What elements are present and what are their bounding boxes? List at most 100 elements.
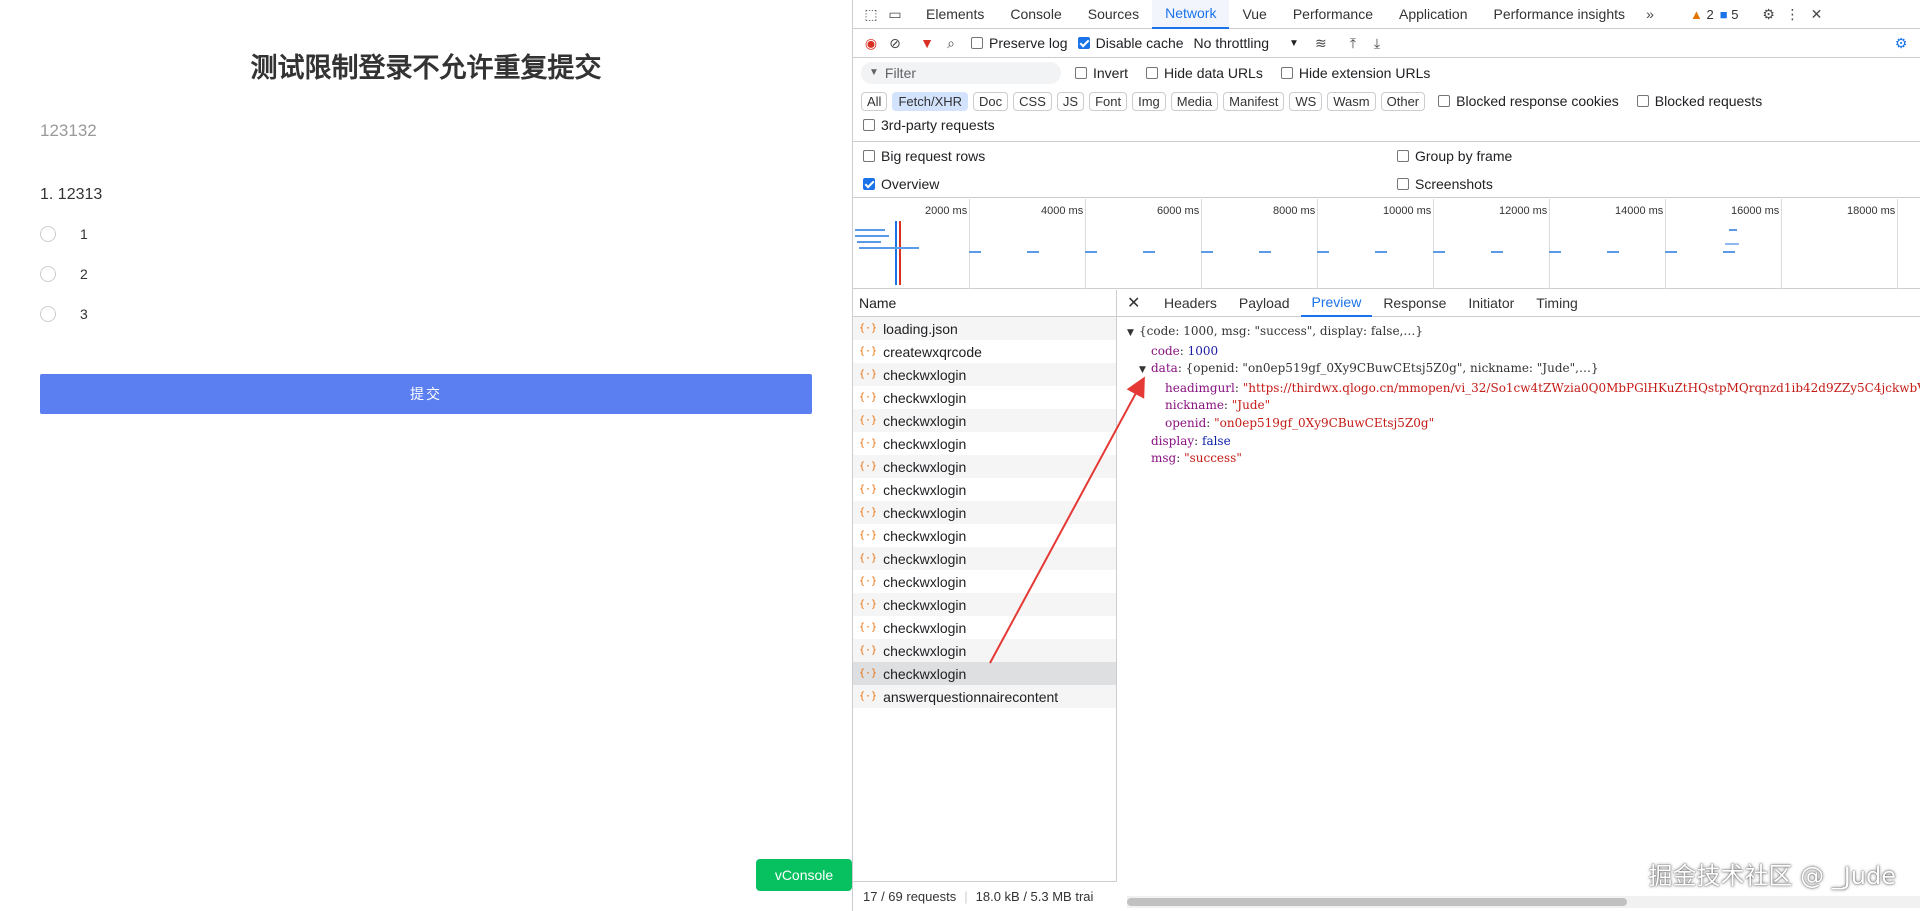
tab-application[interactable]: Application [1386,0,1481,29]
checkbox[interactable] [1397,150,1409,162]
blocked-response-cookies-checkbox[interactable]: Blocked response cookies [1438,93,1619,109]
checkbox[interactable] [863,119,875,131]
request-row[interactable]: {·} loading.json [853,317,1116,340]
close-devtools-icon[interactable]: ✕ [1804,2,1828,26]
radio-button[interactable] [40,306,56,322]
checkbox[interactable] [1438,95,1451,107]
group-by-frame-checkbox[interactable]: Group by frame [1397,148,1512,164]
submit-button[interactable]: 提交 [40,374,812,414]
import-har-icon[interactable]: ⤒ [1341,31,1365,55]
checkbox[interactable] [1075,66,1087,79]
checkbox[interactable] [1280,66,1293,79]
hide-data-urls-checkbox[interactable]: Hide data URLs [1146,65,1263,81]
inspect-element-icon[interactable]: ⬚ [859,2,883,26]
type-all[interactable]: All [861,91,888,111]
blocked-requests-checkbox[interactable]: Blocked requests [1636,93,1762,109]
network-overview-timeline[interactable]: 2000 ms 4000 ms 6000 ms 8000 ms 10000 ms… [853,199,1920,289]
invert-checkbox[interactable]: Invert [1075,65,1128,81]
option-3[interactable]: 3 [40,304,88,324]
type-js[interactable]: JS [1056,91,1085,111]
request-row[interactable]: {·} checkwxlogin [853,616,1116,639]
record-stop-icon[interactable]: ◉ [859,31,883,55]
filter-input[interactable]: ▼ Filter [861,61,1061,84]
json-root[interactable]: ▼ {code: 1000, msg: "success", display: f… [1127,323,1920,343]
clear-icon[interactable]: ⊘ [883,31,907,55]
request-row[interactable]: {·} createwxqrcode [853,340,1116,363]
tab-performance[interactable]: Performance [1280,0,1386,29]
warnings-badge[interactable]: ▲ 2 [1690,7,1714,22]
scrollbar-thumb[interactable] [1127,898,1627,906]
type-other[interactable]: Other [1380,91,1426,111]
name-column-header[interactable]: Name [853,290,1116,317]
tab-performance-insights[interactable]: Performance insights [1481,0,1639,29]
expand-triangle-icon[interactable]: ▼ [1127,325,1139,343]
tab-response[interactable]: Response [1372,290,1457,317]
option-1[interactable]: 1 [40,224,88,244]
checkbox[interactable] [971,37,983,49]
tab-preview[interactable]: Preview [1300,290,1373,317]
vconsole-button[interactable]: vConsole [756,859,852,891]
tab-vue[interactable]: Vue [1229,0,1279,29]
checkbox[interactable] [1636,95,1649,107]
tab-elements[interactable]: Elements [913,0,997,29]
request-row[interactable]: {·} checkwxlogin [853,432,1116,455]
radio-button[interactable] [40,266,56,282]
type-fetch-xhr[interactable]: Fetch/XHR [892,91,969,111]
tab-console[interactable]: Console [997,0,1074,29]
device-toolbar-icon[interactable]: ▭ [883,2,907,26]
type-font[interactable]: Font [1089,91,1128,111]
search-icon[interactable]: ⌕ [939,31,963,55]
filter-funnel-icon[interactable]: ▼ [915,31,939,55]
request-row[interactable]: {·} checkwxlogin [853,570,1116,593]
expand-triangle-icon[interactable]: ▼ [1139,362,1151,380]
json-data-row[interactable]: ▼ data: {openid: "on0ep519gf_0Xy9CBuwCEts… [1127,360,1920,380]
network-conditions-icon[interactable]: ≋ [1309,31,1333,55]
tab-network[interactable]: Network [1152,0,1230,29]
messages-badge[interactable]: ■ 5 [1720,7,1739,22]
type-media[interactable]: Media [1170,91,1219,111]
request-row[interactable]: {·} checkwxlogin [853,386,1116,409]
request-row[interactable]: {·} checkwxlogin [853,501,1116,524]
settings-gear-icon[interactable]: ⚙ [1756,2,1780,26]
export-har-icon[interactable]: ⤓ [1365,31,1389,55]
overview-checkbox[interactable]: Overview [863,176,939,192]
request-row[interactable]: {·} checkwxlogin [853,547,1116,570]
tab-payload[interactable]: Payload [1228,290,1301,317]
type-ws[interactable]: WS [1289,91,1323,111]
horizontal-scrollbar[interactable] [1127,896,1920,908]
checkbox[interactable] [1397,178,1409,190]
close-icon[interactable]: ✕ [1127,293,1147,313]
request-row[interactable]: {·} checkwxlogin [853,524,1116,547]
hide-extension-urls-checkbox[interactable]: Hide extension URLs [1280,65,1430,81]
checkbox[interactable] [1146,66,1159,79]
tab-initiator[interactable]: Initiator [1457,290,1525,317]
request-row[interactable]: {·} checkwxlogin [853,363,1116,386]
screenshots-checkbox[interactable]: Screenshots [1397,176,1493,192]
type-img[interactable]: Img [1132,91,1166,111]
checkbox[interactable] [863,150,875,162]
tab-timing[interactable]: Timing [1525,290,1589,317]
preserve-log-checkbox[interactable]: Preserve log [971,35,1068,51]
type-doc[interactable]: Doc [973,91,1009,111]
checkbox[interactable] [863,178,875,190]
tab-sources[interactable]: Sources [1075,0,1152,29]
type-manifest[interactable]: Manifest [1223,91,1285,111]
radio-button[interactable] [40,226,56,242]
request-row-selected[interactable]: {·} checkwxlogin [853,662,1116,685]
request-row[interactable]: {·} checkwxlogin [853,409,1116,432]
throttling-select[interactable]: No throttling ▼ [1194,35,1299,51]
disable-cache-checkbox[interactable]: Disable cache [1077,35,1184,51]
third-party-checkbox[interactable]: 3rd-party requests [863,117,995,133]
request-row[interactable]: {·} checkwxlogin [853,478,1116,501]
request-row[interactable]: {·} checkwxlogin [853,639,1116,662]
request-row[interactable]: {·} checkwxlogin [853,455,1116,478]
network-settings-icon[interactable]: ⚙ [1889,31,1913,55]
big-request-rows-checkbox[interactable]: Big request rows [863,148,985,164]
type-wasm[interactable]: Wasm [1327,91,1376,111]
option-2[interactable]: 2 [40,264,88,284]
request-row[interactable]: {·} checkwxlogin [853,593,1116,616]
request-row[interactable]: {·} answerquestionnairecontent [853,685,1116,708]
tab-headers[interactable]: Headers [1153,290,1228,317]
checkbox[interactable] [1077,37,1090,49]
type-css[interactable]: CSS [1013,91,1052,111]
